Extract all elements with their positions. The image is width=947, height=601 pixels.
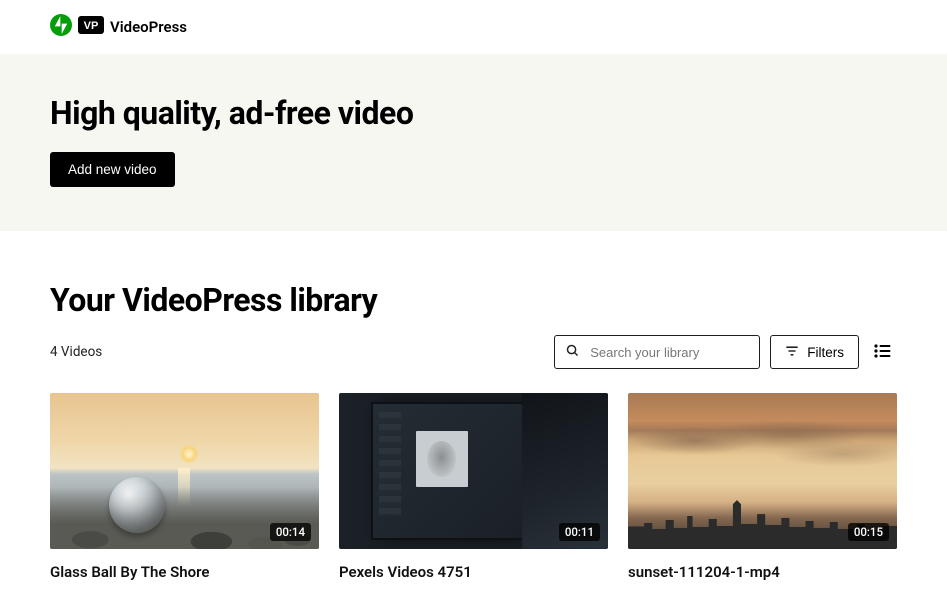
- video-title: sunset-111204-1-mp4: [628, 563, 897, 581]
- app-header: VP VideoPress: [0, 0, 947, 54]
- library-section: Your VideoPress library 4 Videos: [0, 231, 947, 601]
- brand-logo-cluster: VP VideoPress: [50, 14, 187, 40]
- filters-label: Filters: [807, 345, 844, 360]
- jetpack-icon: [50, 14, 72, 40]
- view-toggle-button[interactable]: [869, 338, 897, 366]
- hero-section: High quality, ad-free video Add new vide…: [0, 54, 947, 231]
- search-field-wrapper[interactable]: [554, 335, 760, 369]
- video-thumbnail[interactable]: 00:11: [339, 393, 608, 549]
- video-thumbnail[interactable]: 00:15: [628, 393, 897, 549]
- filter-icon: [785, 345, 799, 360]
- video-duration: 00:11: [559, 523, 600, 541]
- library-heading: Your VideoPress library: [50, 281, 897, 319]
- hero-headline: High quality, ad-free video: [50, 94, 897, 132]
- list-view-icon: [874, 343, 892, 362]
- svg-text:VP: VP: [84, 20, 99, 32]
- add-video-button[interactable]: Add new video: [50, 152, 175, 187]
- video-card[interactable]: 00:14 Glass Ball By The Shore: [50, 393, 319, 581]
- toolbar-right: Filters: [554, 335, 897, 369]
- search-input[interactable]: [590, 345, 766, 360]
- brand-name: VideoPress: [110, 18, 187, 36]
- video-title: Glass Ball By The Shore: [50, 563, 319, 581]
- video-card[interactable]: 00:11 Pexels Videos 4751: [339, 393, 608, 581]
- video-duration: 00:15: [848, 523, 889, 541]
- video-grid: 00:14 Glass Ball By The Shore 00:11 Pexe…: [50, 393, 897, 581]
- library-toolbar: 4 Videos Fil: [50, 335, 897, 369]
- vp-badge-icon: VP: [78, 16, 104, 38]
- video-duration: 00:14: [270, 523, 311, 541]
- video-card[interactable]: 00:15 sunset-111204-1-mp4: [628, 393, 897, 581]
- video-thumbnail[interactable]: 00:14: [50, 393, 319, 549]
- search-icon: [565, 343, 580, 362]
- filters-button[interactable]: Filters: [770, 335, 859, 369]
- video-count: 4 Videos: [50, 344, 102, 360]
- video-title: Pexels Videos 4751: [339, 563, 608, 581]
